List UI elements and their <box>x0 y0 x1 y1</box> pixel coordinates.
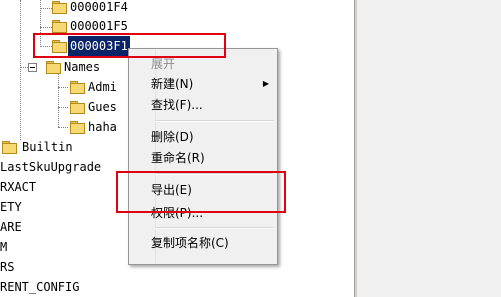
tree-item-label: 000001F4 <box>70 0 128 14</box>
collapse-toggle-icon[interactable] <box>28 63 37 72</box>
folder-icon <box>70 121 85 134</box>
menu-item-find[interactable]: 查找(F)... <box>129 95 275 115</box>
tree-line <box>58 127 68 128</box>
tree-line <box>40 8 52 9</box>
tree-item-label: Names <box>64 60 101 74</box>
folder-icon <box>70 81 85 94</box>
menu-separator <box>155 227 273 229</box>
tree-line <box>58 74 59 127</box>
tree-line <box>40 27 52 28</box>
tree-item-label: RS <box>0 260 15 274</box>
menu-item-label: 重命名(R) <box>151 151 205 165</box>
tree-item-label: Builtin <box>22 140 73 154</box>
highlight-box-export <box>116 171 286 213</box>
menu-item-new[interactable]: 新建(N) ▶ <box>129 74 275 94</box>
tree-item-label: ARE <box>0 220 22 234</box>
folder-icon <box>2 141 17 154</box>
menu-separator <box>155 120 273 122</box>
tree-item-label: Gues <box>88 100 117 114</box>
tree-line <box>58 107 68 108</box>
menu-item-label: 查找(F)... <box>151 98 203 112</box>
tree-line <box>58 87 68 88</box>
tree-item-label: Admi <box>88 80 117 94</box>
menu-item-copy-key-name[interactable]: 复制项名称(C) <box>129 233 275 253</box>
tree-item-label: RENT_CONFIG <box>0 280 80 294</box>
folder-icon <box>70 101 85 114</box>
submenu-arrow-icon: ▶ <box>262 79 269 88</box>
tree-item-label: haha <box>88 120 117 134</box>
context-menu: 展开 新建(N) ▶ 查找(F)... 删除(D) 重命名(R) 导出(E) 权… <box>128 48 278 265</box>
folder-icon <box>46 61 61 74</box>
tree-item-label: LastSkuUpgrade <box>0 160 102 174</box>
folder-icon <box>52 20 67 33</box>
menu-item-label: 新建(N) <box>151 77 194 91</box>
menu-item-label: 删除(D) <box>151 130 194 144</box>
folder-icon <box>52 1 67 14</box>
highlight-box-selected-key <box>33 33 226 58</box>
tree-item-label: M <box>0 240 8 254</box>
menu-item-delete[interactable]: 删除(D) <box>129 127 275 147</box>
menu-item-rename[interactable]: 重命名(R) <box>129 148 275 168</box>
values-pane <box>357 0 501 297</box>
tree-line <box>20 0 21 140</box>
tree-line <box>20 67 28 68</box>
tree-item-label: ETY <box>0 200 22 214</box>
menu-item-label: 复制项名称(C) <box>151 236 229 250</box>
tree-item-label: RXACT <box>0 180 37 194</box>
